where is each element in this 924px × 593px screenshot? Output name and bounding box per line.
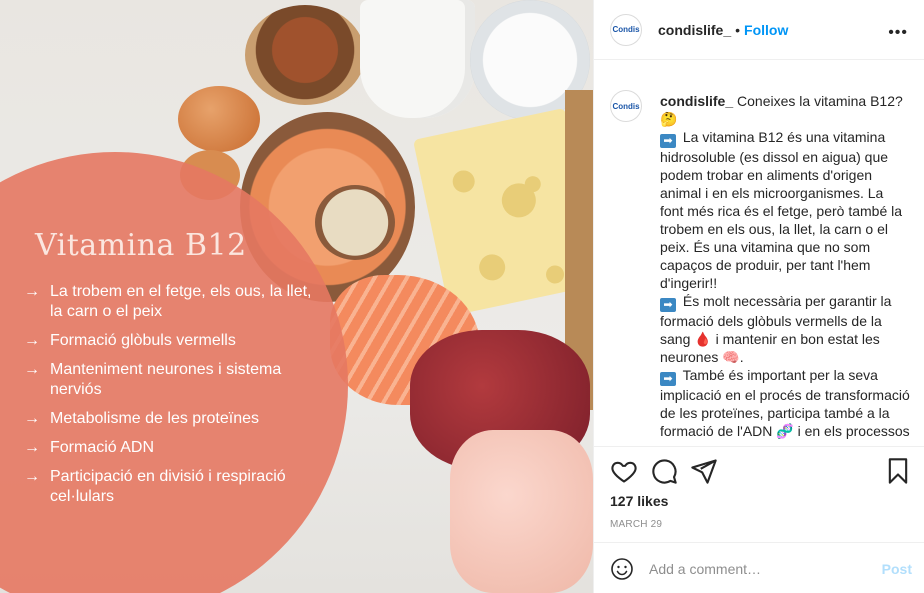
list-item: → La trobem en el fetge, els ous, la llet…	[24, 283, 312, 320]
infographic-list: → La trobem en el fetge, els ous, la llet…	[24, 282, 324, 516]
caption-area: Condis condislife_ Coneixes la vitamina …	[610, 76, 924, 444]
avatar[interactable]: Condis	[610, 13, 642, 46]
beans-bowl-image	[245, 5, 365, 105]
arrow-right-icon: ➡	[660, 372, 676, 386]
arrow-icon: →	[24, 410, 40, 427]
list-item: → Formació glòbuls vermells	[24, 332, 236, 349]
arrow-icon: →	[24, 468, 40, 485]
list-item: → Participació en divisió i respiració ce…	[24, 468, 286, 505]
bookmark-icon[interactable]	[884, 457, 912, 485]
caption-username[interactable]: condislife_	[660, 93, 733, 109]
comment-bar: Add a comment… Post	[594, 542, 924, 593]
egg-image	[178, 86, 260, 152]
comment-input[interactable]: Add a comment…	[649, 561, 761, 577]
post-sidebar: Condis condislife_ • Follow ••• Condis c…	[593, 0, 924, 593]
separator-dot: •	[735, 21, 741, 38]
arrow-icon: →	[24, 283, 40, 300]
more-options-icon[interactable]: •••	[888, 24, 908, 42]
post-header: Condis condislife_ • Follow •••	[594, 0, 924, 60]
caption-avatar[interactable]: Condis	[610, 90, 642, 122]
milk-jug-image	[360, 0, 475, 118]
arrow-right-icon: ➡	[660, 298, 676, 312]
smiley-icon[interactable]	[610, 557, 634, 581]
arrow-icon: →	[24, 332, 40, 349]
share-icon[interactable]	[690, 457, 718, 485]
list-item: → Manteniment neurones i sistema nerviós	[24, 361, 282, 398]
post-date[interactable]: MARCH 29	[610, 519, 662, 530]
post-button[interactable]: Post	[882, 561, 912, 577]
likes-count[interactable]: 127 likes	[610, 493, 668, 509]
caption-text: condislife_ Coneixes la vitamina B12? 🤔 …	[660, 93, 910, 444]
list-item: → Metabolisme de les proteïnes	[24, 410, 259, 427]
header-username[interactable]: condislife_	[658, 22, 731, 38]
infographic-title: Vitamina B12	[35, 228, 247, 263]
quinoa-bowl-image	[315, 185, 395, 260]
list-item: → Formació ADN	[24, 439, 155, 456]
heart-icon[interactable]	[610, 457, 638, 485]
post-image[interactable]: Vitamina B12 → La trobem en el fetge, els…	[0, 0, 593, 593]
comment-icon[interactable]	[650, 457, 678, 485]
arrow-icon: →	[24, 439, 40, 456]
chicken-image	[450, 430, 593, 593]
arrow-right-icon: ➡	[660, 134, 676, 148]
follow-button[interactable]: Follow	[744, 22, 788, 38]
action-icons	[610, 457, 912, 487]
post-actions: 127 likes MARCH 29 Add a comment… Post	[594, 446, 924, 593]
arrow-icon: →	[24, 361, 40, 378]
